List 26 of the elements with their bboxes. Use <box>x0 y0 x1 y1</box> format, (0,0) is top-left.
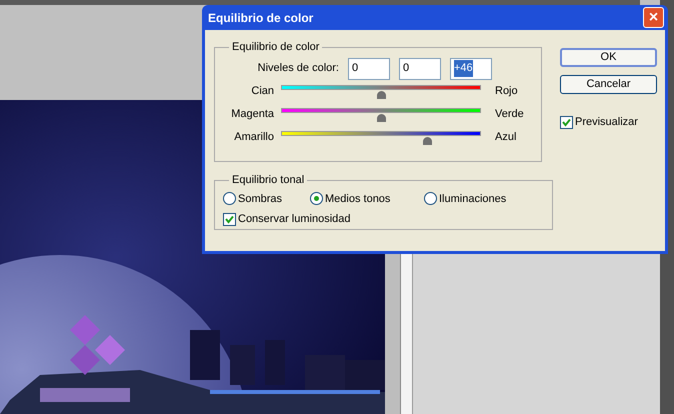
button[interactable]: Cancelar <box>560 75 657 94</box>
group-label: Equilibrio de color <box>231 40 320 55</box>
input-field[interactable]: 0 <box>348 58 390 80</box>
slider-thumb[interactable] <box>377 114 386 122</box>
radio-button[interactable]: Medios tonos <box>310 190 424 207</box>
checkbox[interactable]: Previsualizar <box>560 114 657 130</box>
input-field[interactable]: +46 <box>450 58 492 80</box>
button[interactable]: OK <box>560 48 657 67</box>
slider-label: Azul <box>495 130 516 145</box>
check-icon <box>562 118 571 127</box>
slider-thumb[interactable] <box>422 136 432 144</box>
radio-button[interactable]: Iluminaciones <box>424 190 544 207</box>
slider-thumb[interactable] <box>377 90 386 98</box>
close-button[interactable]: × <box>643 7 664 28</box>
window-title: Equilibrio de color <box>208 10 314 26</box>
checkbox[interactable]: Conservar luminosidad <box>223 211 544 228</box>
input-field[interactable]: 0 <box>399 58 441 80</box>
slider-label: Cian <box>251 84 274 97</box>
slider-label: Magenta <box>231 108 274 120</box>
radio-button[interactable]: Sombras <box>223 190 310 207</box>
check-icon <box>225 214 234 224</box>
slider-label: Amarillo <box>234 130 274 143</box>
field-label: Niveles de color: <box>258 61 339 76</box>
group-label: Equilibrio tonal <box>231 173 306 188</box>
slider-label: Verde <box>495 106 524 122</box>
slider-label: Rojo <box>495 84 518 99</box>
